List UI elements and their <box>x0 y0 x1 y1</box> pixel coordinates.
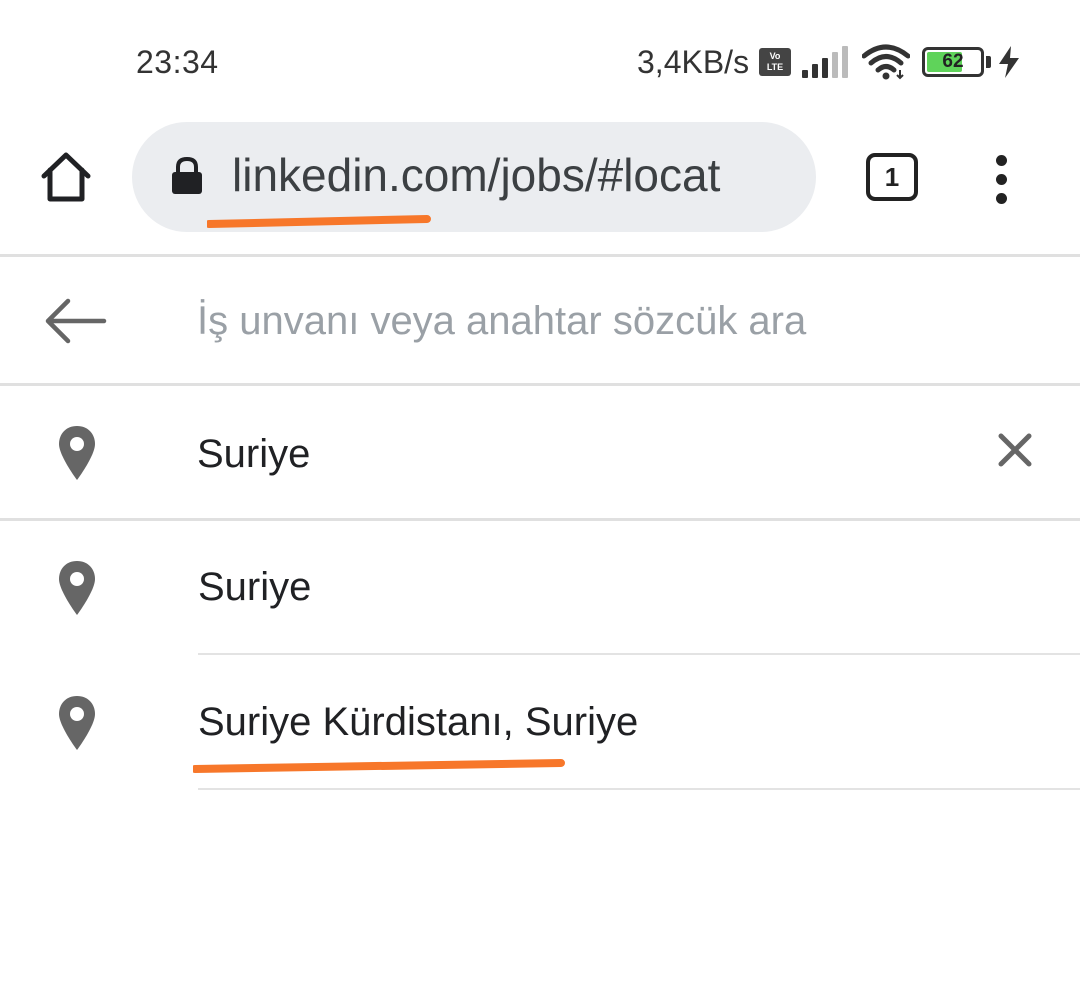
menu-dot <box>996 193 1007 204</box>
menu-dot <box>996 155 1007 166</box>
suggestion-label: Suriye Kürdistanı, Suriye <box>198 700 639 744</box>
url-text[interactable]: linkedin.com/jobs/#locat <box>232 148 798 202</box>
signal-icon <box>802 46 848 78</box>
location-search-input[interactable] <box>197 424 957 484</box>
volte-line2: LTE <box>766 62 784 72</box>
suggestion-divider <box>198 653 1080 655</box>
battery-level: 62 <box>942 51 964 72</box>
location-search-row <box>0 386 1080 518</box>
location-pin-icon <box>59 426 95 480</box>
overflow-menu-icon[interactable] <box>990 155 1014 204</box>
location-pin-icon <box>59 561 95 615</box>
wifi-icon <box>862 44 910 80</box>
tab-switcher-icon[interactable]: 1 <box>866 153 918 201</box>
charging-bolt-icon <box>999 46 1019 78</box>
lock-icon <box>172 156 202 194</box>
status-bar: 23:34 3,4KB/s Vo LTE 62 <box>0 0 1080 125</box>
network-speed: 3,4KB/s <box>637 44 750 80</box>
home-icon[interactable] <box>38 149 94 205</box>
status-time: 23:34 <box>136 44 219 80</box>
location-suggestion[interactable]: Suriye <box>0 521 1080 655</box>
back-arrow-icon[interactable] <box>44 297 108 345</box>
keyword-search-row <box>0 257 1080 383</box>
suggestion-highlight-underline <box>193 759 565 773</box>
menu-dot <box>996 174 1007 185</box>
url-highlight-underline <box>207 215 431 228</box>
location-pin-icon <box>59 696 95 750</box>
battery-cap <box>986 56 991 68</box>
volte-icon: Vo LTE <box>759 48 791 76</box>
keyword-search-input[interactable] <box>197 291 1037 351</box>
suggestion-label: Suriye <box>198 565 312 609</box>
browser-toolbar: linkedin.com/jobs/#locat 1 <box>0 122 1080 255</box>
battery-icon: 62 <box>922 47 984 77</box>
volte-line1: Vo <box>769 51 781 61</box>
suggestion-divider <box>198 788 1080 790</box>
clear-icon[interactable] <box>993 428 1037 472</box>
